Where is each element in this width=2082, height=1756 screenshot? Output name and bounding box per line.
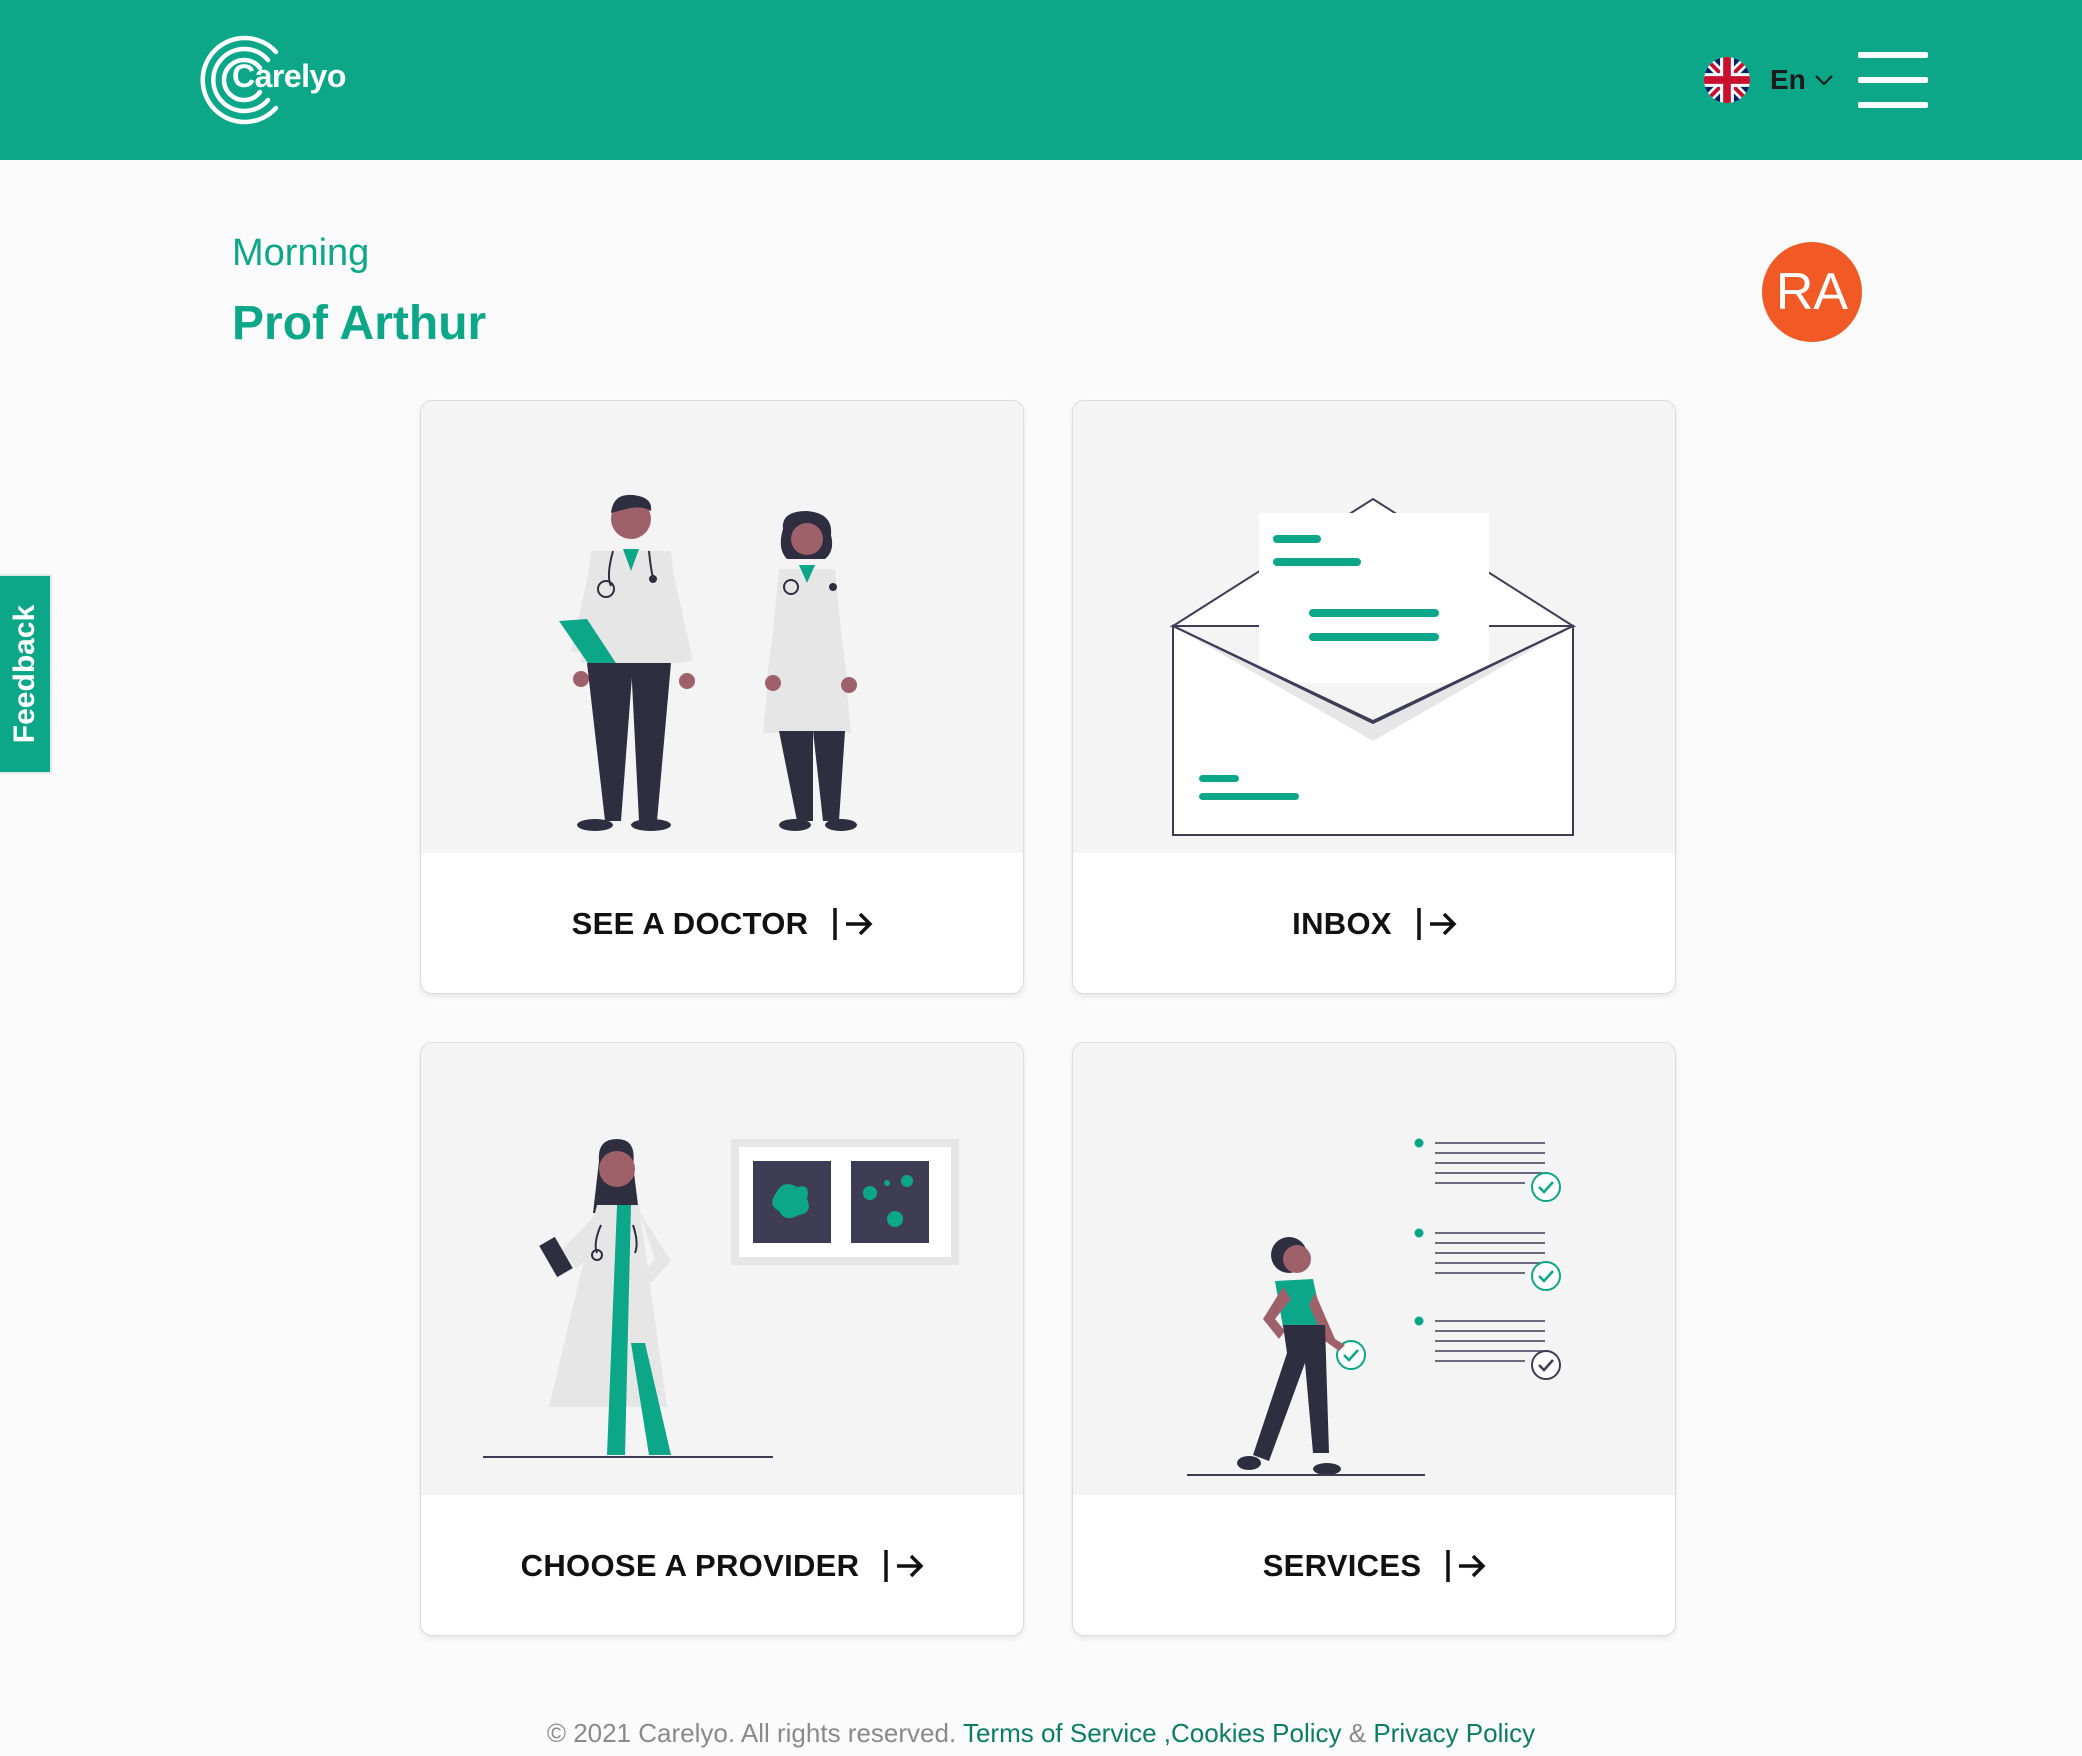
inbox-card[interactable]: INBOX — [1072, 400, 1676, 994]
feedback-tab[interactable]: Feedback — [0, 574, 52, 774]
chevron-down-icon — [1815, 75, 1833, 86]
language-selector[interactable]: En — [1704, 56, 1834, 104]
uk-flag-icon — [1704, 57, 1750, 103]
hamburger-menu-icon[interactable] — [1858, 52, 1928, 108]
card-label: SERVICES — [1262, 1548, 1422, 1583]
arrow-right-icon — [1416, 906, 1458, 942]
language-label: En — [1770, 64, 1806, 95]
brand-logo[interactable]: Carelyo — [196, 34, 396, 126]
provider-illustration — [421, 1043, 1023, 1495]
copyright-text: © 2021 Carelyo. All rights reserved. — [546, 1718, 957, 1748]
checklist-illustration — [1073, 1043, 1675, 1495]
user-name: Prof Arthur — [232, 297, 487, 350]
card-label: INBOX — [1292, 906, 1392, 941]
services-card[interactable]: SERVICES — [1072, 1042, 1676, 1636]
footer: © 2021 Carelyo. All rights reserved. Ter… — [0, 1718, 2082, 1749]
cookies-policy-link[interactable]: ,Cookies Policy — [1164, 1718, 1342, 1748]
arrow-right-icon — [832, 906, 874, 942]
choose-a-provider-action[interactable]: CHOOSE A PROVIDER — [421, 1495, 1023, 1635]
doctors-illustration — [421, 401, 1023, 853]
privacy-policy-link[interactable]: Privacy Policy — [1373, 1718, 1535, 1748]
brand-name: Carelyo — [232, 58, 346, 94]
footer-ampersand: & — [1348, 1718, 1367, 1748]
greeting-salutation: Morning — [232, 232, 370, 274]
services-action[interactable]: SERVICES — [1073, 1495, 1675, 1635]
card-label: SEE A DOCTOR — [571, 906, 809, 941]
avatar[interactable]: RA — [1762, 242, 1862, 342]
choose-a-provider-card[interactable]: CHOOSE A PROVIDER — [420, 1042, 1024, 1636]
arrow-right-icon — [1445, 1548, 1487, 1584]
envelope-illustration — [1073, 401, 1675, 853]
card-label: CHOOSE A PROVIDER — [520, 1548, 860, 1583]
see-a-doctor-action[interactable]: SEE A DOCTOR — [421, 853, 1023, 993]
feedback-label: Feedback — [8, 604, 41, 744]
top-bar: Carelyo En — [0, 0, 2082, 160]
terms-of-service-link[interactable]: Terms of Service — [963, 1718, 1157, 1748]
see-a-doctor-card[interactable]: SEE A DOCTOR — [420, 400, 1024, 994]
inbox-action[interactable]: INBOX — [1073, 853, 1675, 993]
arrow-right-icon — [883, 1548, 925, 1584]
